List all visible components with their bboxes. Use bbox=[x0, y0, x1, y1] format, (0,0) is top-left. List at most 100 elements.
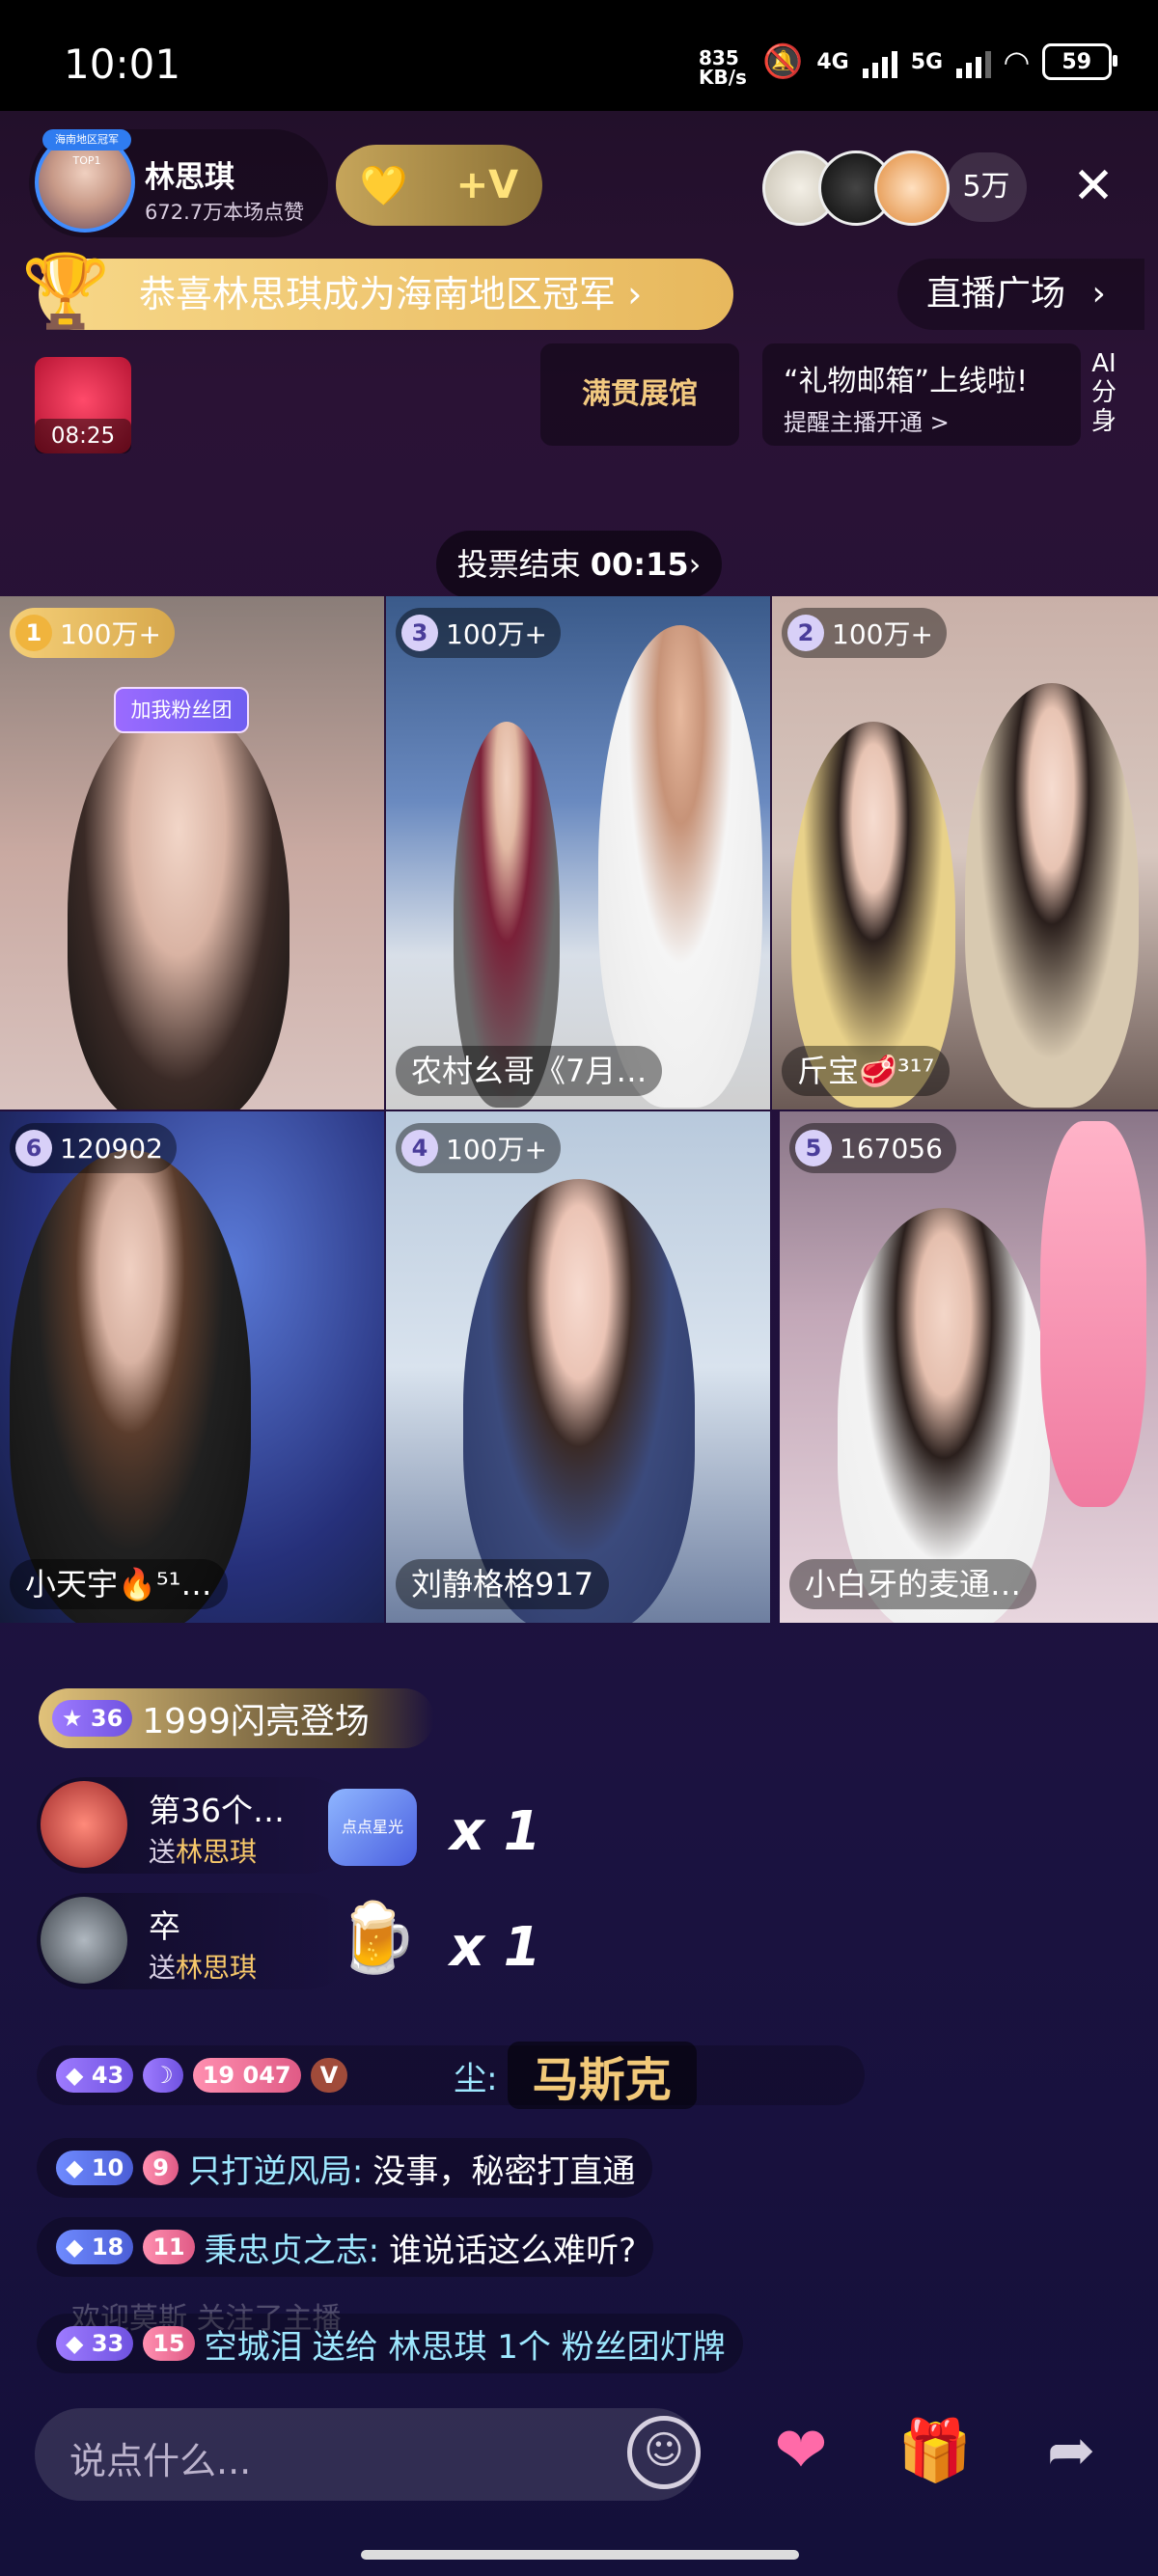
signal-bars-icon bbox=[862, 45, 897, 78]
streamer-name: 刘静格格917 bbox=[396, 1559, 610, 1609]
chat-message[interactable]: ◆ 33 15 空城泪 送给 林思琪 1个 粉丝团灯牌 bbox=[37, 2314, 743, 2373]
gifter-avatar[interactable] bbox=[41, 1897, 127, 1984]
rank-number: 2 bbox=[787, 615, 824, 651]
join-fan-club-button[interactable]: 加我粉丝团 bbox=[114, 687, 249, 733]
video-tile-6[interactable]: 5 167056 小白牙的麦通… bbox=[780, 1111, 1158, 1623]
rank-number: 1 bbox=[15, 615, 52, 651]
trophy-icon: 🏆 bbox=[21, 250, 111, 333]
chat-username: 只打逆风局: bbox=[187, 2151, 364, 2191]
video-tile-1[interactable]: 1 100万+ bbox=[0, 596, 384, 1110]
bell-off-icon: 🔕 bbox=[762, 42, 804, 81]
user-level-badge: ◆ 43 bbox=[56, 2058, 134, 2093]
fan-badge: 11 bbox=[143, 2230, 195, 2264]
share-icon[interactable]: ➦ bbox=[1033, 2412, 1110, 2489]
fan-v-label: +V bbox=[455, 163, 519, 207]
streamer-name: 小白牙的麦通… bbox=[789, 1559, 1037, 1609]
fan-club-button[interactable]: 💛 +V bbox=[336, 145, 542, 226]
gifter-name: 卒 bbox=[149, 1907, 180, 1945]
beer-gift-icon: 🍺 bbox=[334, 1898, 419, 1977]
mailbox-title: “礼物邮箱”上线啦! bbox=[784, 365, 1029, 398]
rank-score: 100万+ bbox=[446, 1134, 547, 1165]
user-level-badge: ★ 36 bbox=[52, 1700, 133, 1737]
chat-username: 空城泪 bbox=[204, 2327, 303, 2367]
star-gift-icon: 点点星光 bbox=[328, 1789, 417, 1866]
moon-badge: ☽ bbox=[143, 2058, 183, 2093]
signal-4g-label: 4G bbox=[816, 49, 849, 74]
lucky-bag-timer: 08:25 bbox=[35, 419, 131, 453]
entrance-text: 1999闪亮登场 bbox=[142, 1702, 370, 1741]
nameplate: 马斯克 bbox=[507, 2042, 697, 2109]
host-name[interactable]: 林思琪 bbox=[145, 152, 234, 196]
entrance-banner: ★ 36 1999闪亮登场 bbox=[39, 1688, 434, 1748]
chat-message[interactable]: ◆ 43 ☽ 19 047 V 尘: 马斯克 bbox=[37, 2042, 865, 2109]
net-speed: 835 KB/s bbox=[699, 48, 747, 87]
wifi-icon: ◠ bbox=[1005, 43, 1029, 80]
heart-plus-icon: 💛 bbox=[359, 163, 408, 208]
streamer-name: 小天宇🔥⁵¹… bbox=[10, 1559, 228, 1609]
net-speed-value: 835 bbox=[699, 46, 739, 69]
chat-text: 没事，秘密打直通 bbox=[372, 2151, 636, 2191]
gift-count: x 1 bbox=[450, 1916, 541, 1979]
video-tile-2[interactable]: 3 100万+ 农村幺哥《7月… bbox=[386, 596, 770, 1110]
fan-badge: 9 bbox=[143, 2151, 179, 2185]
chevron-right-icon: › bbox=[1091, 274, 1106, 314]
video-tile-5[interactable]: 4 100万+ 刘静格格917 bbox=[386, 1111, 770, 1623]
gift-icon[interactable]: 🎁 bbox=[897, 2412, 972, 2489]
chat-username: 秉忠贞之志: bbox=[204, 2231, 380, 2270]
smile-icon[interactable]: ☺ bbox=[627, 2416, 701, 2489]
mailbox-subtitle: 提醒主播开通 > bbox=[784, 409, 950, 436]
close-icon[interactable]: ✕ bbox=[1062, 154, 1125, 218]
chat-text: 谁说话这么难听? bbox=[389, 2231, 637, 2270]
rank-number: 5 bbox=[795, 1130, 832, 1166]
gifter-avatar[interactable] bbox=[41, 1781, 127, 1868]
ai-split-button[interactable]: AI分身 bbox=[1081, 349, 1127, 436]
chat-message[interactable]: ◆ 18 11 秉忠贞之志: 谁说话这么难听? bbox=[37, 2217, 654, 2277]
chat-message[interactable]: ◆ 10 9 只打逆风局: 没事，秘密打直通 bbox=[37, 2138, 653, 2198]
live-plaza-label: 直播广场 bbox=[926, 274, 1066, 314]
viewer-avatar[interactable] bbox=[874, 151, 950, 226]
live-plaza-button[interactable]: 直播广场 › bbox=[897, 259, 1144, 330]
net-speed-unit: KB/s bbox=[699, 66, 747, 89]
fan-badge: 19 047 bbox=[192, 2058, 301, 2093]
rank-score: 100万+ bbox=[832, 618, 933, 650]
vote-label: 投票结束 bbox=[456, 546, 591, 583]
rank-score: 167056 bbox=[840, 1132, 943, 1165]
user-level-badge: ◆ 18 bbox=[56, 2230, 134, 2264]
heart-icon[interactable]: ❤ bbox=[762, 2412, 840, 2489]
grand-slam-hall-button[interactable]: 满贯展馆 bbox=[540, 343, 739, 446]
rank-badge: 6 120902 bbox=[10, 1123, 177, 1173]
video-tile-3[interactable]: 2 100万+ 斤宝🥩³¹⁷ bbox=[772, 596, 1158, 1110]
rank-score: 100万+ bbox=[446, 618, 547, 650]
gift-recipient: 送林思琪 bbox=[149, 1836, 258, 1868]
signal-5g-label: 5G bbox=[910, 49, 944, 74]
home-indicator[interactable] bbox=[361, 2550, 799, 2560]
signal-bars-icon-2 bbox=[956, 45, 992, 78]
host-likes: 672.7万本场点赞 bbox=[145, 201, 305, 224]
user-level-badge: ◆ 10 bbox=[56, 2151, 134, 2185]
streamer-name: 农村幺哥《7月… bbox=[396, 1046, 663, 1096]
streamer-name: 斤宝🥩³¹⁷ bbox=[782, 1046, 951, 1096]
v-badge: V bbox=[310, 2058, 348, 2093]
champion-notice[interactable]: 恭喜林思琪成为海南地区冠军 › bbox=[39, 259, 733, 330]
viewer-count[interactable]: 5万 bbox=[946, 152, 1027, 222]
rank-badge: 1 100万+ bbox=[10, 608, 175, 658]
rank-score: 100万+ bbox=[60, 618, 161, 650]
gift-count: x 1 bbox=[450, 1800, 541, 1863]
rank-number: 6 bbox=[15, 1130, 52, 1166]
fan-badge: 15 bbox=[143, 2326, 195, 2361]
video-tile-4[interactable]: 6 120902 小天宇🔥⁵¹… bbox=[0, 1111, 384, 1623]
chat-text: 送给 林思琪 1个 粉丝团灯牌 bbox=[312, 2327, 726, 2367]
status-time: 10:01 bbox=[64, 41, 181, 88]
rank-number: 4 bbox=[401, 1130, 438, 1166]
user-level-badge: ◆ 33 bbox=[56, 2326, 134, 2361]
vote-timer[interactable]: 投票结束 00:15› bbox=[436, 531, 722, 598]
rank-badge: 4 100万+ bbox=[396, 1123, 561, 1173]
rank-number: 3 bbox=[401, 615, 438, 651]
rank-score: 120902 bbox=[60, 1132, 163, 1165]
vote-time: 00:15 bbox=[590, 546, 689, 583]
rank-badge: 3 100万+ bbox=[396, 608, 561, 658]
status-icons: 🔕 4G 5G ◠ 59 bbox=[762, 41, 1117, 83]
rank-badge: 5 167056 bbox=[789, 1123, 956, 1173]
battery-indicator: 59 bbox=[1041, 43, 1117, 80]
chevron-right-icon: › bbox=[688, 546, 702, 583]
